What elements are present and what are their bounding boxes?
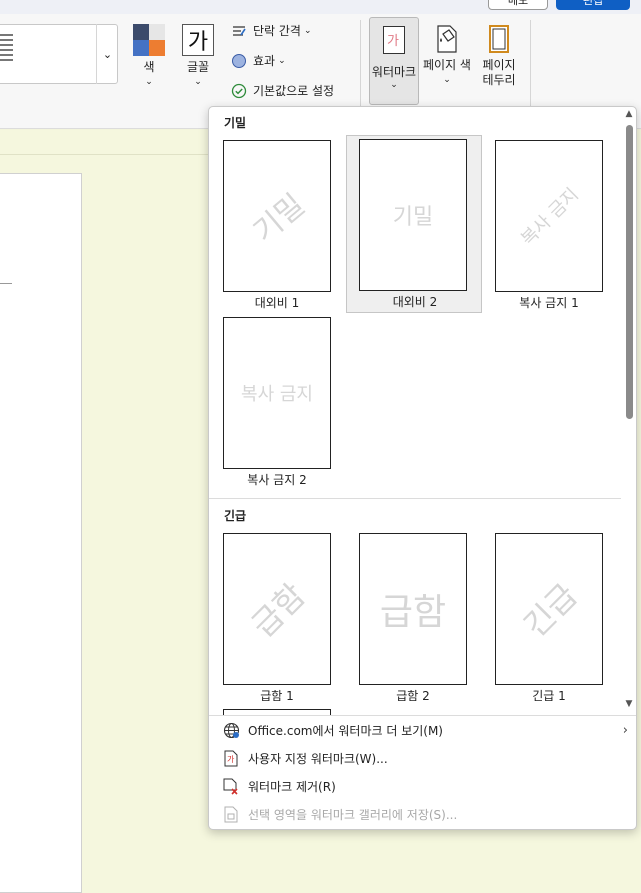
svg-text:가: 가 <box>227 755 235 764</box>
watermark-preview: 복사 금지 <box>495 140 603 292</box>
watermark-preview: 급함 <box>359 533 467 685</box>
page-borders-button[interactable]: 페이지 테두리 <box>476 24 522 88</box>
checkmark-circle-icon <box>231 83 247 99</box>
section-title-confidential: 기밀 <box>224 116 247 130</box>
watermark-gallery-panel: 기밀 기밀 대외비 1 기밀 대외비 2 복사 금지 복사 금지 1 복사 금지… <box>208 106 637 830</box>
watermark-option-urgent-2[interactable]: 급함 급함 2 <box>345 530 481 706</box>
chevron-down-icon: ⌄ <box>145 77 153 87</box>
page-color-icon <box>434 24 460 54</box>
watermark-preview: 급함 <box>223 533 331 685</box>
custom-watermark-icon: 가 <box>222 749 240 767</box>
watermark-preview: 기밀 <box>359 139 467 291</box>
watermark-button[interactable]: 가 워터마크 ⌄ <box>369 17 419 105</box>
theme-colors-icon <box>133 24 165 56</box>
chevron-down-icon: ⌄ <box>102 47 113 61</box>
more-watermarks-item[interactable]: Office.com에서 워터마크 더 보기(M) › <box>209 716 636 744</box>
document-page[interactable] <box>0 173 82 893</box>
watermark-option-confidential-1[interactable]: 기밀 대외비 1 <box>209 137 345 313</box>
ruler-line <box>0 154 210 155</box>
effects-button[interactable]: 효과 ⌄ <box>231 52 286 69</box>
globe-icon <box>222 721 240 739</box>
page-borders-icon <box>488 24 510 54</box>
title-strip: 메모 편집 <box>0 0 641 14</box>
remove-watermark-item[interactable]: 워터마크 제거(R) <box>209 772 636 800</box>
section-divider <box>209 498 621 499</box>
set-as-default-button[interactable]: 기본값으로 설정 <box>231 82 334 99</box>
watermark-preview: 긴급 <box>495 533 603 685</box>
scroll-down-icon[interactable]: ▼ <box>622 699 636 709</box>
style-thumbnail[interactable] <box>0 31 15 77</box>
gallery-scrollbar[interactable]: ▲ ▼ <box>622 107 636 717</box>
chevron-down-icon: ⌄ <box>194 77 202 87</box>
colors-button[interactable]: 색 ⌄ <box>132 24 166 87</box>
chevron-down-icon: ⌄ <box>443 75 451 85</box>
watermark-preview: 기밀 <box>223 140 331 292</box>
margin-marker <box>0 283 12 284</box>
custom-watermark-item[interactable]: 가 사용자 지정 워터마크(W)... <box>209 744 636 772</box>
section-title-urgent: 긴급 <box>224 509 247 523</box>
ribbon-separator <box>530 20 531 106</box>
paragraph-spacing-button[interactable]: 단락 간격 ⌄ <box>231 22 312 39</box>
chevron-down-icon: ⌄ <box>390 80 398 90</box>
watermark-preview: 복사 금지 <box>223 317 331 469</box>
edit-mode-button[interactable]: 편집 <box>556 0 630 10</box>
page-color-button[interactable]: 페이지 색 ⌄ <box>420 24 474 85</box>
ribbon-separator <box>360 20 361 106</box>
watermark-option-urgent-1[interactable]: 급함 급함 1 <box>209 530 345 706</box>
fonts-button[interactable]: 가 글꼴 ⌄ <box>181 24 215 87</box>
fonts-icon: 가 <box>182 24 214 56</box>
gallery-more-button[interactable]: ⌄ <box>96 24 118 84</box>
scroll-thumb[interactable] <box>626 125 633 419</box>
save-to-gallery-icon <box>222 805 240 823</box>
memo-button[interactable]: 메모 <box>488 0 548 10</box>
paragraph-spacing-icon <box>231 23 247 39</box>
scroll-up-icon[interactable]: ▲ <box>622 109 636 119</box>
chevron-down-icon: ⌄ <box>278 55 286 66</box>
remove-watermark-icon <box>222 777 240 795</box>
chevron-right-icon: › <box>622 722 628 738</box>
chevron-down-icon: ⌄ <box>303 25 312 36</box>
watermark-option-emergency-1[interactable]: 긴급 긴급 1 <box>481 530 617 706</box>
watermark-option-no-copy-1[interactable]: 복사 금지 복사 금지 1 <box>481 137 617 313</box>
watermark-option-confidential-2[interactable]: 기밀 대외비 2 <box>346 135 482 313</box>
watermark-option-no-copy-2[interactable]: 복사 금지 복사 금지 2 <box>209 314 345 490</box>
save-to-gallery-item[interactable]: 선택 영역을 워터마크 갤러리에 저장(S)... <box>209 800 636 828</box>
effects-icon <box>231 53 247 69</box>
watermark-menu: Office.com에서 워터마크 더 보기(M) › 가 사용자 지정 워터마… <box>209 715 636 828</box>
watermark-icon: 가 <box>383 26 405 54</box>
